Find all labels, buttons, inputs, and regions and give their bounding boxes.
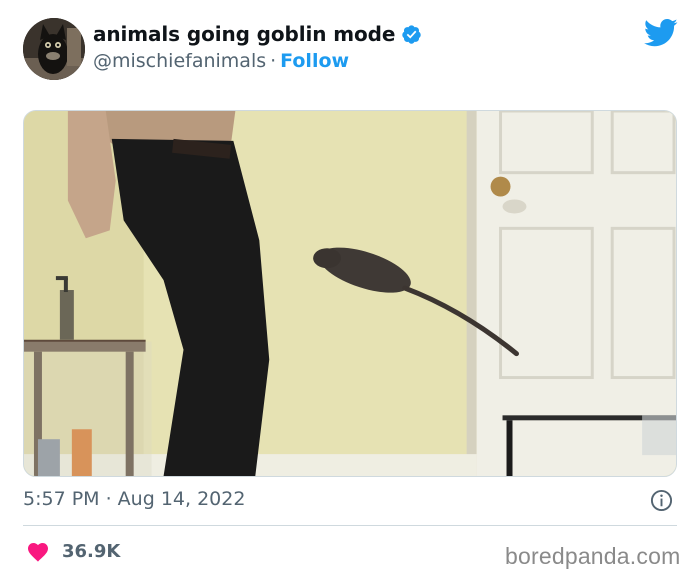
heart-icon <box>26 540 50 562</box>
twitter-bird-icon[interactable] <box>644 18 678 48</box>
tweet-timestamp[interactable]: 5:57 PM · Aug 14, 2022 <box>23 488 245 510</box>
cat-avatar-image <box>23 18 85 80</box>
like-count: 36.9K <box>62 540 121 562</box>
author-handle[interactable]: @mischiefanimals <box>93 50 266 72</box>
divider <box>23 525 677 526</box>
video-frame-image <box>24 111 676 476</box>
follow-button[interactable]: Follow <box>280 50 349 72</box>
author-name-row: animals going goblin mode <box>93 22 422 46</box>
tweet-media[interactable] <box>23 110 677 477</box>
info-icon[interactable] <box>650 489 673 512</box>
author-handle-row: @mischiefanimals · Follow <box>93 50 349 72</box>
like-button[interactable]: 36.9K <box>26 540 120 562</box>
author-display-name[interactable]: animals going goblin mode <box>93 22 395 46</box>
verified-badge-icon <box>401 24 422 45</box>
author-avatar[interactable] <box>23 18 85 80</box>
watermark-text: boredpanda.com <box>505 543 681 569</box>
separator-dot: · <box>270 50 277 72</box>
